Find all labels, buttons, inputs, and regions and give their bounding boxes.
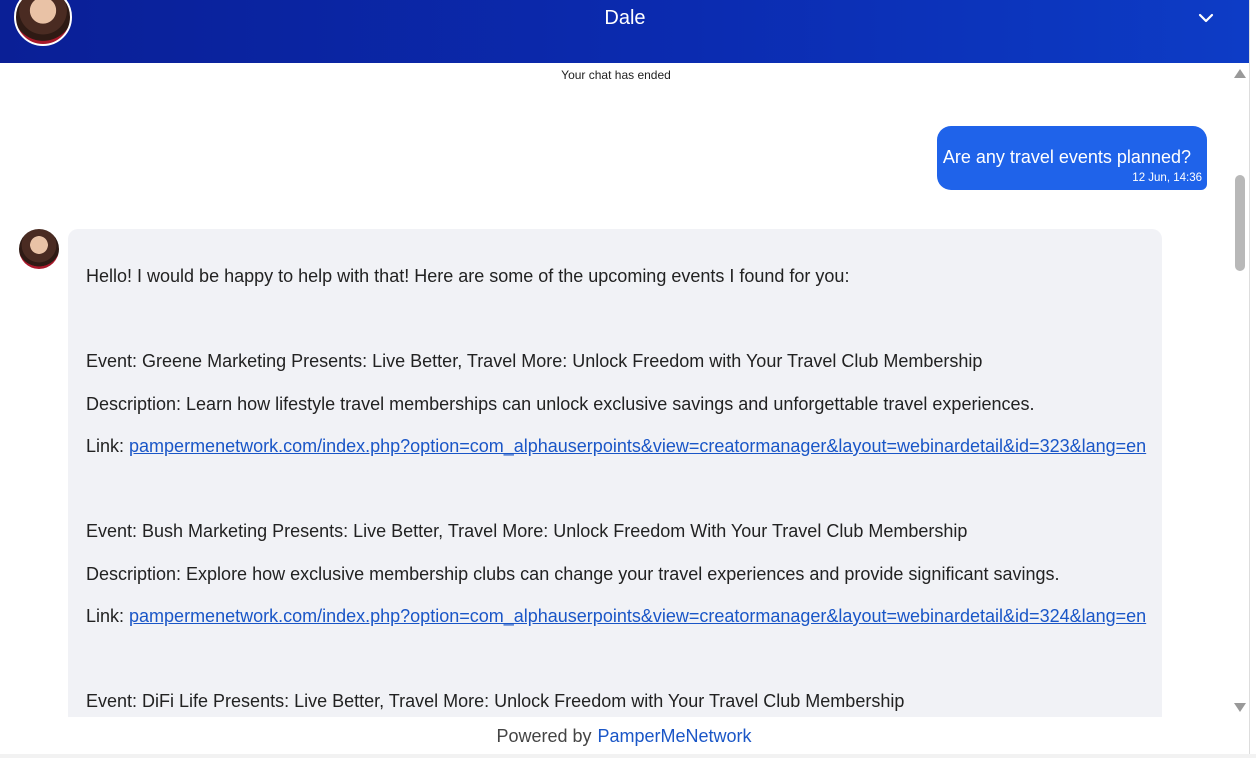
event-link-label: Link: bbox=[86, 436, 130, 456]
user-message-timestamp: 12 Jun, 14:36 bbox=[1132, 172, 1202, 184]
message-list[interactable]: Your chat has ended Are any travel event… bbox=[0, 63, 1232, 717]
event-description: Description: Explore how exclusive membe… bbox=[86, 564, 1060, 584]
chat-footer: Powered by PamperMeNetwork bbox=[0, 717, 1248, 754]
background-page-edge bbox=[0, 754, 1256, 758]
bot-intro-text: Hello! I would be happy to help with tha… bbox=[86, 266, 850, 286]
scroll-down-arrow-icon[interactable] bbox=[1234, 703, 1246, 712]
event-link-line: Link: pampermenetwork.com/index.php?opti… bbox=[86, 606, 1146, 627]
user-message-text: Are any travel events planned? bbox=[942, 147, 1191, 167]
powered-by-label: Powered by bbox=[496, 726, 592, 746]
event-title: Event: DiFi Life Presents: Live Better, … bbox=[86, 691, 905, 711]
chevron-down-icon[interactable] bbox=[1196, 8, 1216, 28]
bot-avatar bbox=[19, 229, 59, 269]
user-message-bubble: Are any travel events planned? 12 Jun, 1… bbox=[937, 126, 1207, 190]
bot-message-bubble: Hello! I would be happy to help with tha… bbox=[68, 229, 1162, 717]
event-link-label: Link: bbox=[86, 606, 130, 626]
event-link[interactable]: pampermenetwork.com/index.php?option=com… bbox=[129, 436, 1146, 456]
chat-widget: Dale Your chat has ended Are any travel … bbox=[0, 0, 1250, 754]
event-link[interactable]: pampermenetwork.com/index.php?option=com… bbox=[129, 606, 1146, 626]
event-title: Event: Greene Marketing Presents: Live B… bbox=[86, 351, 983, 371]
event-link-line: Link: pampermenetwork.com/index.php?opti… bbox=[86, 436, 1146, 457]
event-description: Description: Learn how lifestyle travel … bbox=[86, 394, 1035, 414]
scrollbar-thumb[interactable] bbox=[1235, 175, 1245, 271]
event-title: Event: Bush Marketing Presents: Live Bet… bbox=[86, 521, 968, 541]
chat-header: Dale bbox=[0, 0, 1249, 63]
chat-scrollbar[interactable] bbox=[1232, 63, 1248, 717]
scroll-up-arrow-icon[interactable] bbox=[1234, 69, 1246, 78]
chat-ended-notice: Your chat has ended bbox=[561, 68, 671, 82]
agent-name: Dale bbox=[604, 7, 646, 29]
brand-link[interactable]: PamperMeNetwork bbox=[598, 726, 752, 746]
